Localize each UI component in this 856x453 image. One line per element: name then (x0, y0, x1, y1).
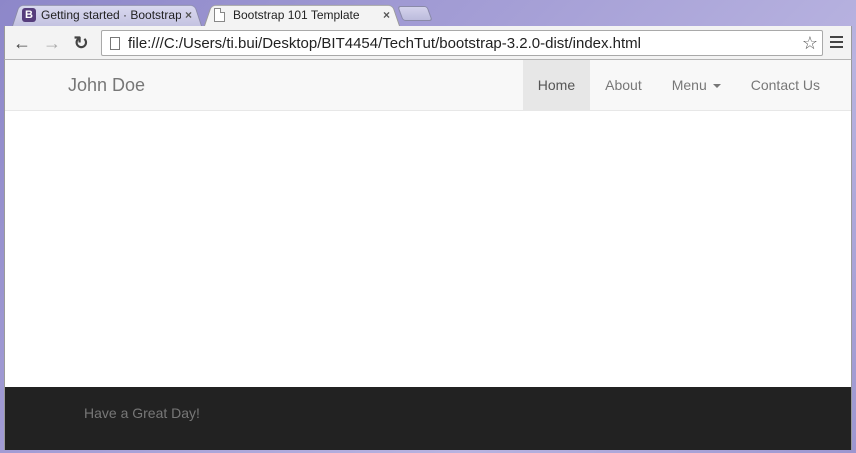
nav-item-about[interactable]: About (590, 60, 657, 111)
nav-item-menu[interactable]: Menu (657, 60, 736, 111)
back-arrow-icon[interactable]: ← (11, 32, 33, 54)
page-icon (110, 36, 120, 50)
browser-toolbar: ← → ↻ file:///C:/Users/ti.bui/Desktop/BI… (4, 26, 852, 60)
reload-icon[interactable]: ↻ (70, 32, 92, 54)
navbar-brand[interactable]: John Doe (68, 60, 145, 111)
tab-strip: B Getting started · Bootstrap × Bootstra… (0, 0, 856, 26)
new-tab-button[interactable] (397, 6, 433, 21)
nav-item-label: Home (537, 77, 576, 93)
nav-item-label: Menu (671, 77, 707, 93)
footer-text: Have a Great Day! (84, 405, 200, 421)
page-viewport: John Doe Home About Menu Contact Us Have… (4, 60, 852, 450)
footer: Have a Great Day! (5, 387, 851, 450)
bootstrap-icon: B (22, 7, 36, 22)
nav-item-home[interactable]: Home (522, 60, 591, 111)
caret-down-icon (712, 84, 721, 89)
close-icon[interactable]: × (383, 8, 390, 22)
tab-title: Getting started · Bootstrap (41, 7, 181, 22)
tab-bootstrap-101[interactable]: Bootstrap 101 Template × (204, 3, 400, 26)
tab-getting-started[interactable]: B Getting started · Bootstrap × (12, 3, 202, 26)
close-icon[interactable]: × (185, 8, 192, 22)
tab-title: Bootstrap 101 Template (233, 7, 360, 22)
forward-arrow-icon[interactable]: → (41, 32, 63, 54)
nav-item-contact[interactable]: Contact Us (736, 60, 851, 111)
nav-item-label: Contact Us (750, 77, 820, 93)
star-icon[interactable]: ☆ (802, 33, 818, 54)
page-icon (214, 7, 225, 22)
navbar: John Doe Home About Menu Contact Us (5, 60, 851, 111)
hamburger-menu-icon[interactable] (830, 36, 843, 48)
address-bar[interactable]: file:///C:/Users/ti.bui/Desktop/BIT4454/… (101, 30, 823, 56)
address-url[interactable]: file:///C:/Users/ti.bui/Desktop/BIT4454/… (128, 35, 802, 52)
nav-menu: Home About Menu Contact Us (522, 60, 851, 111)
nav-item-label: About (605, 77, 642, 93)
